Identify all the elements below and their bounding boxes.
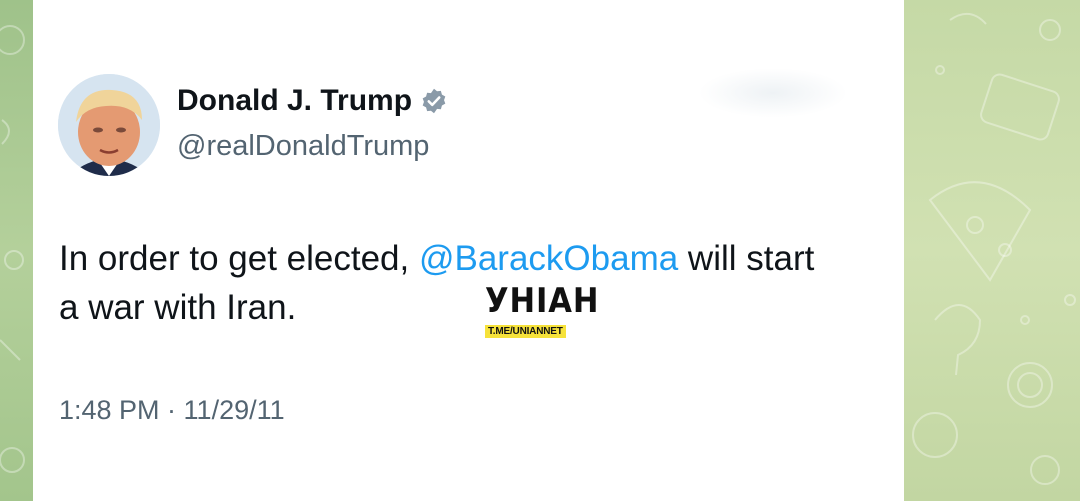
author-name-row: Donald J. Trump [177, 84, 448, 118]
tweet-text-part: In order to get elected, [59, 239, 419, 278]
author-handle[interactable]: @realDonaldTrump [177, 130, 429, 163]
obscured-area [698, 68, 848, 118]
tweet-text: In order to get elected, @BarackObama wi… [59, 234, 839, 332]
avatar[interactable] [58, 74, 160, 176]
watermark-logo: УНІАН [485, 281, 600, 321]
watermark-tag: T.ME/UNIANNET [485, 325, 566, 338]
verified-badge-icon [422, 88, 446, 114]
tweet-timestamp[interactable]: 1:48 PM · 11/29/11 [59, 395, 285, 426]
author-display-name[interactable]: Donald J. Trump [177, 84, 412, 118]
unian-watermark: УНІАН T.ME/UNIANNET [485, 281, 600, 343]
mention-link[interactable]: @BarackObama [419, 239, 678, 278]
profile-photo-icon [58, 74, 160, 176]
tweet-card: Donald J. Trump @realDonaldTrump In orde… [33, 0, 904, 501]
